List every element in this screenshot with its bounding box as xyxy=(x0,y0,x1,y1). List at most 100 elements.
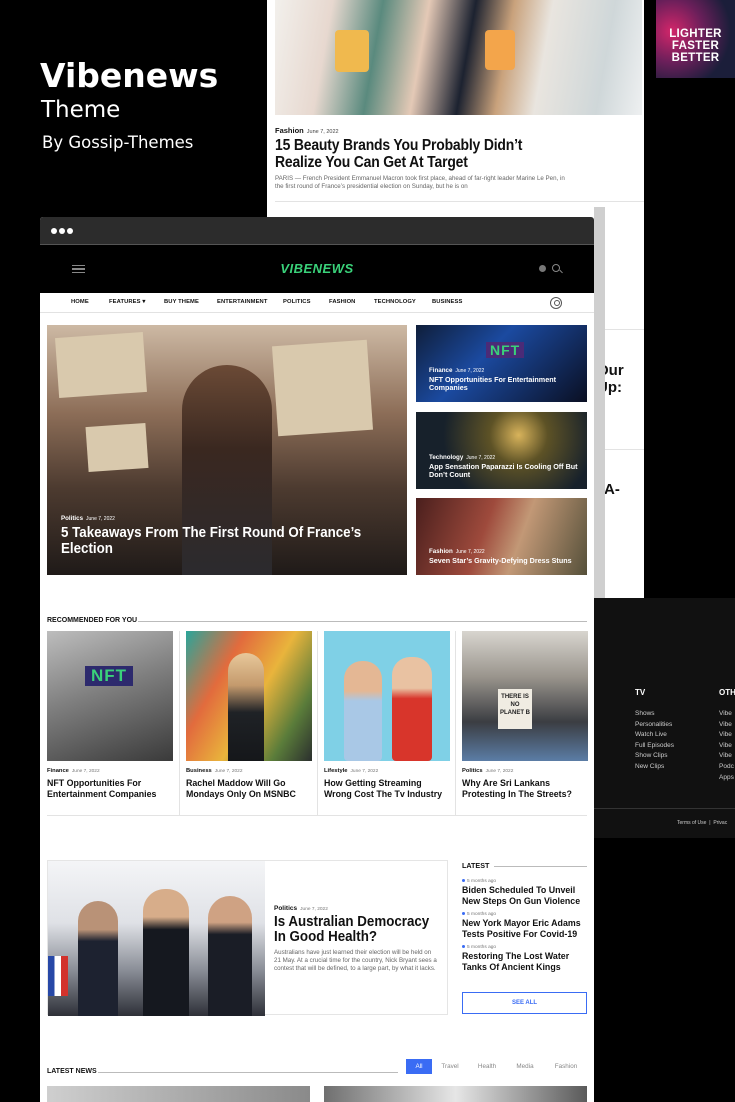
promo-byline: By Gossip-Themes xyxy=(42,133,194,152)
recommended-card[interactable]: Lifestyle June 7, 2022 How Getting Stream… xyxy=(324,631,450,800)
see-all-button[interactable]: SEE ALL xyxy=(462,992,587,1014)
section-divider xyxy=(494,866,587,867)
nav-item-politics[interactable]: POLITICS xyxy=(283,299,311,305)
footer-link[interactable]: Podc xyxy=(719,762,734,773)
side-article-2[interactable]: Technology June 7, 2022 App Sensation Pap… xyxy=(416,412,587,489)
hero-article[interactable]: Politics June 7, 2022 5 Takeaways From Th… xyxy=(47,325,407,575)
footer-tv-links: Shows Personalities Watch Live Full Epis… xyxy=(635,709,674,773)
footer-link[interactable]: Apps xyxy=(719,773,734,784)
site-logo[interactable]: VIBENEWS xyxy=(40,261,594,276)
feature-photo-subject xyxy=(143,889,189,1016)
dark-mode-toggle-icon[interactable] xyxy=(539,265,546,272)
tab-health[interactable]: Health xyxy=(472,1059,502,1074)
window-dot-icon[interactable] xyxy=(51,228,57,234)
flag-icon xyxy=(48,956,68,996)
side-article-caption: Fashion June 7, 2022 Seven Star’s Gravity… xyxy=(429,548,579,565)
card-title[interactable]: Rachel Maddow Will Go Mondays Only On MS… xyxy=(186,778,311,800)
background-article-excerpt: PARIS — French President Emmanuel Macron… xyxy=(275,175,565,190)
background-article-headline[interactable]: 15 Beauty Brands You Probably Didn’t Rea… xyxy=(275,137,563,171)
promo-subtitle: Theme xyxy=(41,97,121,123)
window-dot-icon[interactable] xyxy=(59,228,65,234)
latest-time: 5 months ago xyxy=(462,879,587,884)
footer-link[interactable]: New Clips xyxy=(635,762,674,773)
latest-item[interactable]: 5 months ago Restoring The Lost Water Ta… xyxy=(462,945,587,972)
nav-item-buy-theme[interactable]: BUY THEME xyxy=(164,299,199,305)
card-image: NFT xyxy=(47,631,173,761)
protest-sign xyxy=(85,422,149,473)
tab-media[interactable]: Media xyxy=(510,1059,540,1074)
card-title[interactable]: Why Are Sri Lankans Protesting In The St… xyxy=(462,778,587,800)
card-separator xyxy=(317,631,318,815)
nav-item-fashion[interactable]: FASHION xyxy=(329,299,355,305)
nav-item-entertainment[interactable]: ENTERTAINMENT xyxy=(217,299,267,305)
recommended-card[interactable]: THERE IS NO PLANET B Politics June 7, 202… xyxy=(462,631,588,800)
card-meta: Finance June 7, 2022 xyxy=(47,768,100,774)
feature-title[interactable]: Is Australian Democracy In Good Health? xyxy=(274,915,438,945)
side-article-title[interactable]: Seven Star’s Gravity-Defying Dress Stuns xyxy=(429,557,579,565)
privacy-link[interactable]: Privac xyxy=(713,820,727,826)
section-divider xyxy=(47,815,587,816)
latest-news-image[interactable] xyxy=(324,1086,587,1102)
protest-sign xyxy=(271,339,374,437)
side-article-title[interactable]: App Sensation Paparazzi Is Cooling Off B… xyxy=(429,463,579,479)
latest-item[interactable]: 5 months ago New York Mayor Eric Adams T… xyxy=(462,912,587,939)
background-article-meta: Fashion June 7, 2022 xyxy=(275,126,339,135)
footer-link[interactable]: Personalities xyxy=(635,720,674,731)
hero-category[interactable]: Politics June 7, 2022 xyxy=(61,515,391,522)
card-title[interactable]: NFT Opportunities For Entertainment Comp… xyxy=(47,778,172,800)
footer-link[interactable]: Vibe xyxy=(719,720,734,731)
hero-title[interactable]: 5 Takeaways From The First Round Of Fran… xyxy=(61,525,365,557)
tab-all[interactable]: All xyxy=(406,1059,432,1074)
card-image xyxy=(324,631,450,761)
search-icon[interactable] xyxy=(552,264,560,272)
latest-title[interactable]: Biden Scheduled To Unveil New Steps On G… xyxy=(462,885,587,906)
footer-legal: Terms of Use | Privac xyxy=(677,820,728,826)
latest-title[interactable]: New York Mayor Eric Adams Tests Positive… xyxy=(462,918,587,939)
feature-text: Politics June 7, 2022 Is Australian Democ… xyxy=(274,898,439,973)
tab-travel[interactable]: Travel xyxy=(436,1059,464,1074)
promo-title: Vibenews xyxy=(40,56,219,95)
feature-excerpt: Australians have just learned their elec… xyxy=(274,949,437,972)
recommended-card[interactable]: Business June 7, 2022 Rachel Maddow Will … xyxy=(186,631,312,800)
footer-divider xyxy=(594,808,735,809)
card-separator xyxy=(455,631,456,815)
background-footer: TV Shows Personalities Watch Live Full E… xyxy=(594,598,735,838)
card-photo-subject xyxy=(228,653,264,761)
latest-item[interactable]: 5 months ago Biden Scheduled To Unveil N… xyxy=(462,879,587,906)
feature-image xyxy=(48,861,265,1016)
window-dot-icon[interactable] xyxy=(67,228,73,234)
background-scroll-strip xyxy=(594,207,605,598)
user-account-icon[interactable] xyxy=(550,297,562,309)
side-article-3[interactable]: Fashion June 7, 2022 Seven Star’s Gravity… xyxy=(416,498,587,575)
latest-title[interactable]: Restoring The Lost Water Tanks Of Ancien… xyxy=(462,951,587,972)
footer-link[interactable]: Watch Live xyxy=(635,730,674,741)
footer-link[interactable]: Full Episodes xyxy=(635,741,674,752)
nav-item-home[interactable]: HOME xyxy=(71,299,89,305)
feature-photo-subject xyxy=(208,896,252,1016)
side-article-title[interactable]: NFT Opportunities For Entertainment Comp… xyxy=(429,376,579,392)
nav-item-technology[interactable]: TECHNOLOGY xyxy=(374,299,416,305)
footer-link[interactable]: Vibe xyxy=(719,751,734,762)
nft-badge: NFT xyxy=(85,666,134,686)
latest-time: 5 months ago xyxy=(462,912,587,917)
card-photo-subject xyxy=(392,657,432,761)
side-article-1[interactable]: NFT Finance June 7, 2022 NFT Opportunitie… xyxy=(416,325,587,402)
nav-item-features[interactable]: FEATURES ▾ xyxy=(109,299,145,305)
background-ad-banner[interactable]: LIGHTER FASTER BETTER xyxy=(656,0,735,78)
feature-article[interactable]: Politics June 7, 2022 Is Australian Democ… xyxy=(47,860,448,1016)
nav-item-business[interactable]: BUSINESS xyxy=(432,299,462,305)
recommended-card[interactable]: NFT Finance June 7, 2022 NFT Opportunitie… xyxy=(47,631,173,800)
site-header: VIBENEWS xyxy=(40,245,594,293)
browser-window: VIBENEWS HOME FEATURES ▾ BUY THEME ENTER… xyxy=(40,217,594,1102)
latest-news-image[interactable] xyxy=(47,1086,310,1102)
footer-link[interactable]: Vibe xyxy=(719,709,734,720)
footer-link[interactable]: Vibe xyxy=(719,730,734,741)
latest-time: 5 months ago xyxy=(462,945,587,950)
tab-fashion[interactable]: Fashion xyxy=(548,1059,584,1074)
footer-link[interactable]: Shows xyxy=(635,709,674,720)
footer-link[interactable]: Vibe xyxy=(719,741,734,752)
section-divider xyxy=(98,1072,398,1073)
terms-link[interactable]: Terms of Use xyxy=(677,820,706,826)
footer-link[interactable]: Show Clips xyxy=(635,751,674,762)
card-title[interactable]: How Getting Streaming Wrong Cost The Tv … xyxy=(324,778,449,800)
